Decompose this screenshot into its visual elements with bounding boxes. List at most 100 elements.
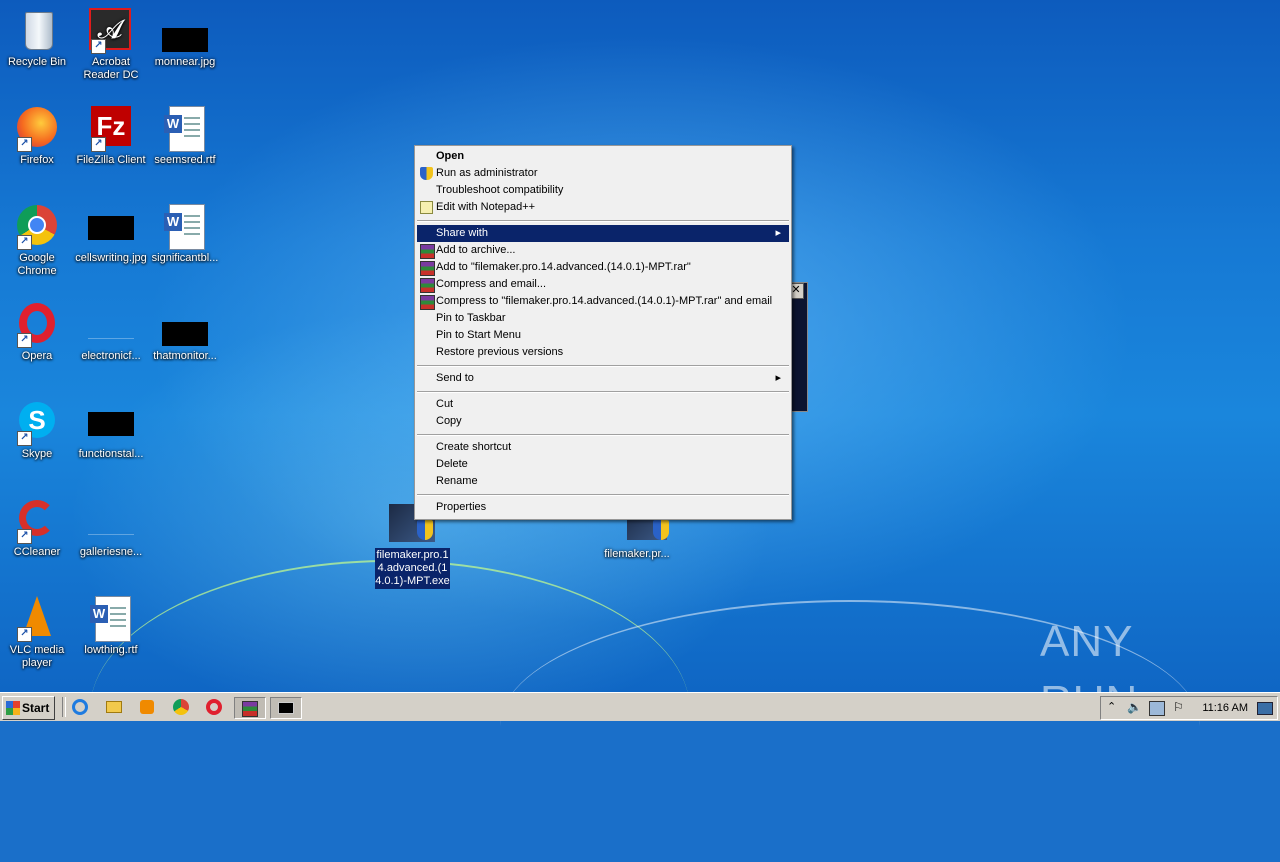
menu-item-create-shortcut[interactable]: Create shortcut [417,439,789,456]
icon-label: functionstal... [78,448,144,460]
uac-shield-icon [417,520,433,540]
icon-label: filemaker.pro.14.advanced.(14.0.1)-MPT.e… [375,548,450,589]
menu-item-edit-with-notepadpp[interactable]: Edit with Notepad++ [417,199,789,216]
shortcut-arrow-icon: ↗ [17,137,32,152]
icon-label: monnear.jpg [154,56,216,68]
icon-label: Google Chrome [17,252,57,277]
image-file-icon [87,398,135,446]
icon-label: galleriesne... [79,546,143,558]
desktop-icon-monnear[interactable]: monnear.jpg [148,6,222,69]
action-center-flag-icon[interactable]: ⚐ [1173,700,1184,714]
menu-item-restore-previous-versions[interactable]: Restore previous versions [417,344,789,361]
menu-item-delete[interactable]: Delete [417,456,789,473]
icon-label: Opera [21,350,53,362]
image-file-icon [161,300,209,348]
desktop-icon-electronicf[interactable]: electronicf... [74,300,148,363]
shortcut-arrow-icon: ↗ [17,529,32,544]
winrar-icon [420,295,435,310]
menu-item-pin-to-taskbar[interactable]: Pin to Taskbar [417,310,789,327]
desktop-icon-significantbl[interactable]: W significantbl... [148,202,222,265]
shortcut-arrow-icon: ↗ [17,627,32,642]
notepadpp-icon [420,201,433,214]
shortcut-arrow-icon: ↗ [17,235,32,250]
uac-shield-icon [653,520,669,540]
menu-item-properties[interactable]: Properties [417,499,789,516]
network-icon[interactable] [1149,701,1165,716]
icon-label: CCleaner [13,546,61,558]
file-explorer-icon[interactable] [104,697,124,717]
menu-item-share-with[interactable]: Share with ▸ [417,225,789,242]
acrobat-icon: 𝓐 ↗ [87,6,135,54]
show-desktop-icon[interactable] [1257,702,1273,715]
clock[interactable]: 11:16 AM [1202,697,1248,719]
shortcut-arrow-icon: ↗ [17,431,32,446]
menu-item-pin-to-start-menu[interactable]: Pin to Start Menu [417,327,789,344]
chrome-icon: ↗ [13,202,61,250]
desktop-icon-chrome[interactable]: ↗ Google Chrome [0,202,74,278]
icon-label: lowthing.rtf [84,644,138,656]
shortcut-arrow-icon: ↗ [91,39,106,54]
menu-item-add-to-rar[interactable]: Add to "filemaker.pro.14.advanced.(14.0.… [417,259,789,276]
desktop-icon-lowthing[interactable]: W lowthing.rtf [74,594,148,657]
volume-icon[interactable]: 🔈 [1127,700,1142,714]
winrar-icon [420,244,435,259]
winrar-icon[interactable] [234,697,266,719]
desktop-icon-cellswriting[interactable]: cellswriting.jpg [74,202,148,265]
windows-logo-icon [6,701,20,715]
submenu-arrow-icon: ▸ [775,372,781,384]
image-file-icon [87,202,135,250]
menu-item-add-to-archive[interactable]: Add to archive... [417,242,789,259]
icon-label: electronicf... [81,350,141,362]
menu-item-troubleshoot-compatibility[interactable]: Troubleshoot compatibility [417,182,789,199]
menu-item-compress-to-rar-and-email[interactable]: Compress to "filemaker.pro.14.advanced.(… [417,293,789,310]
recycle-bin-icon [13,6,61,54]
menu-item-open[interactable]: Open [417,148,789,165]
winrar-icon [420,261,435,276]
media-player-icon[interactable] [137,697,157,717]
menu-separator [417,391,789,393]
menu-item-copy[interactable]: Copy [417,413,789,430]
desktop-icon-skype[interactable]: S ↗ Skype [0,398,74,461]
start-button[interactable]: Start [2,696,55,720]
system-tray: ⌃ 🔈 ⚐ 11:16 AM [1100,696,1278,720]
image-file-icon [87,300,135,348]
desktop-icon-filezilla[interactable]: Fz ↗ FileZilla Client [74,104,148,167]
icon-label: Firefox [20,154,54,166]
ccleaner-icon: ↗ [13,496,61,544]
uac-shield-icon [420,167,433,180]
icon-label: Skype [21,448,53,460]
desktop-icon-vlc[interactable]: ↗ VLC media player [0,594,74,670]
opera-icon[interactable] [204,697,224,717]
menu-item-send-to[interactable]: Send to ▸ [417,370,789,387]
icon-label: VLC media player [9,644,65,669]
shortcut-arrow-icon: ↗ [17,333,32,348]
icon-label: FileZilla Client [76,154,146,166]
desktop-icon-recycle-bin[interactable]: Recycle Bin [0,6,74,69]
menu-item-rename[interactable]: Rename [417,473,789,490]
skype-icon: S ↗ [13,398,61,446]
word-document-icon: W [161,202,209,250]
icon-label: Acrobat Reader DC [83,56,139,81]
winrar-icon [420,278,435,293]
menu-item-run-as-administrator[interactable]: Run as administrator [417,165,789,182]
desktop-icon-thatmonitor[interactable]: thatmonitor... [148,300,222,363]
submenu-arrow-icon: ▸ [775,227,781,239]
icon-label: cellswriting.jpg [75,252,147,264]
desktop-icon-opera[interactable]: ↗ Opera [0,300,74,363]
desktop-icon-functionstal[interactable]: functionstal... [74,398,148,461]
console-window-icon[interactable] [270,697,302,719]
desktop-icon-firefox[interactable]: ↗ Firefox [0,104,74,167]
desktop-icon-acrobat[interactable]: 𝓐 ↗ Acrobat Reader DC [74,6,148,82]
internet-explorer-icon[interactable] [70,697,90,717]
icon-label: thatmonitor... [153,350,217,362]
vlc-icon: ↗ [13,594,61,642]
show-hidden-icons-icon[interactable]: ⌃ [1107,700,1116,713]
desktop-icon-ccleaner[interactable]: ↗ CCleaner [0,496,74,559]
desktop-icon-seemsred[interactable]: W seemsred.rtf [148,104,222,167]
menu-item-cut[interactable]: Cut [417,396,789,413]
icon-label: significantbl... [151,252,219,264]
menu-separator [417,220,789,222]
chrome-icon[interactable] [171,697,191,717]
menu-item-compress-and-email[interactable]: Compress and email... [417,276,789,293]
desktop-icon-galleriesne[interactable]: galleriesne... [74,496,148,559]
